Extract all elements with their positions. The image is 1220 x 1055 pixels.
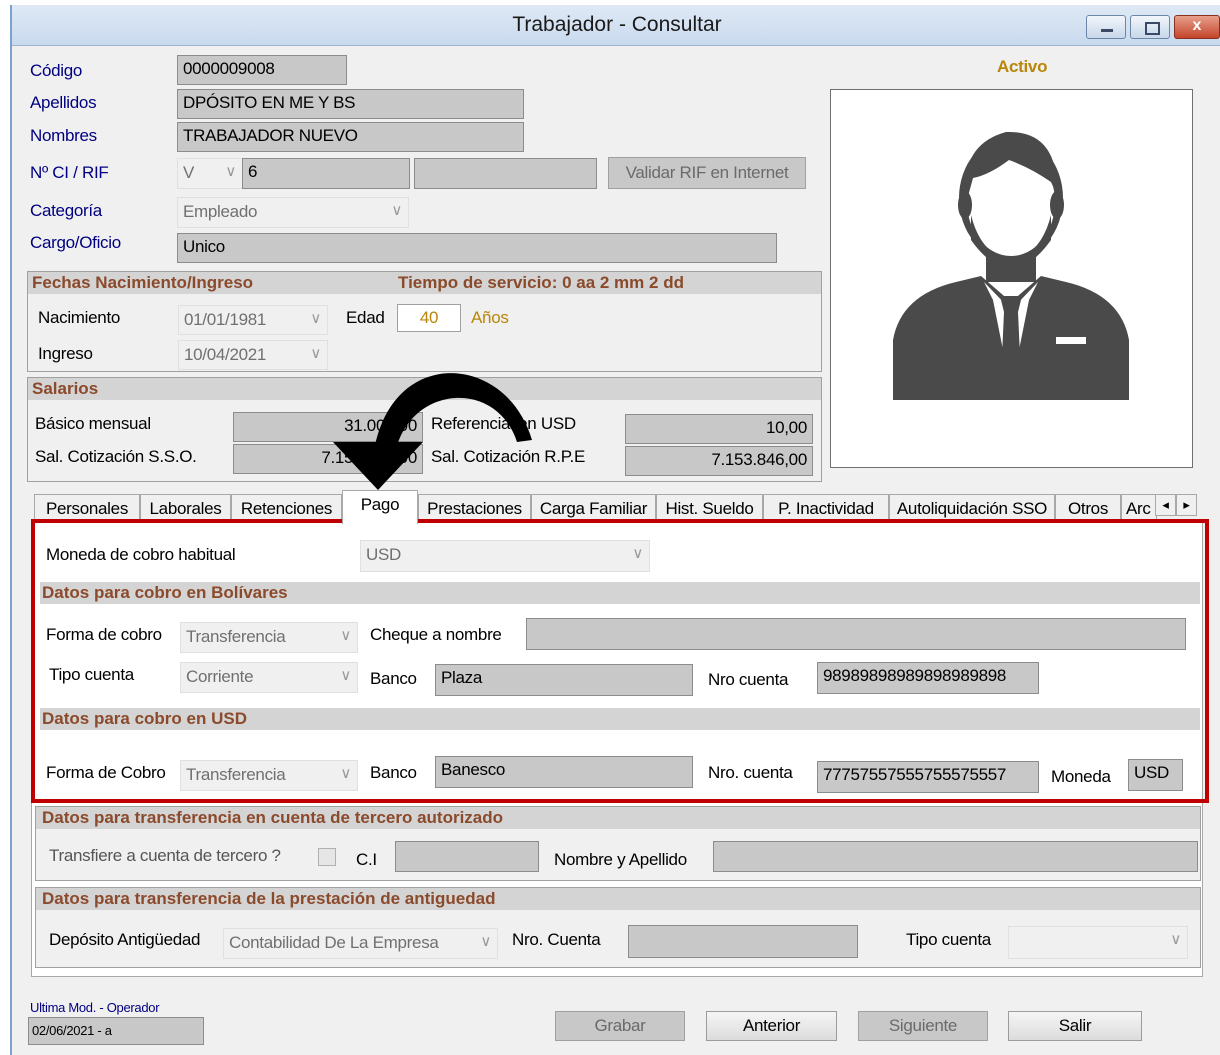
tab-hist-sueldo[interactable]: Hist. Sueldo <box>656 494 763 522</box>
ingreso-date[interactable]: 10/04/2021 ∨ <box>178 340 328 370</box>
close-icon: x <box>1192 17 1202 34</box>
ingreso-value: 10/04/2021 <box>184 345 267 364</box>
basico-label: Básico mensual <box>35 414 151 433</box>
referencial-field: 10,00 <box>625 414 813 444</box>
tab-personales[interactable]: Personales <box>34 494 140 522</box>
chevron-down-icon: ∨ <box>480 933 491 950</box>
pago-highlight-box <box>31 519 1209 803</box>
tab-prestaciones[interactable]: Prestaciones <box>418 494 531 522</box>
cargo-field[interactable]: Unico <box>177 233 777 263</box>
categoria-select[interactable]: Empleado ∨ <box>177 197 409 228</box>
validar-rif-button[interactable]: Validar RIF en Internet <box>608 157 806 189</box>
antiguedad-nro-field[interactable] <box>628 925 858 958</box>
categoria-value: Empleado <box>183 202 258 221</box>
chevron-down-icon: ∨ <box>225 163 236 180</box>
salarios-title: Salarios <box>32 379 99 398</box>
ci-numero-field[interactable]: 6 <box>242 158 410 189</box>
transfiere-checkbox[interactable] <box>318 848 336 866</box>
ultima-mod-field: 02/06/2021 - a <box>28 1017 204 1045</box>
tab-autoliquidacion-sso[interactable]: Autoliquidación SSO <box>889 494 1055 522</box>
tab-otros[interactable]: Otros <box>1055 494 1121 522</box>
edad-field: 40 <box>397 304 461 332</box>
tab-laborales[interactable]: Laborales <box>140 494 231 522</box>
anterior-button[interactable]: Anterior <box>706 1011 837 1041</box>
chevron-down-icon: ∨ <box>391 202 402 219</box>
tab-carga-familiar[interactable]: Carga Familiar <box>531 494 656 522</box>
minimize-icon <box>1101 29 1113 32</box>
tab-scroll-right-icon: ▸ <box>1183 497 1190 512</box>
tercero-group: Datos para transferencia en cuenta de te… <box>35 806 1201 881</box>
photo-frame <box>830 89 1193 468</box>
cargo-label: Cargo/Oficio <box>30 233 121 252</box>
salir-button[interactable]: Salir <box>1008 1011 1142 1041</box>
maximize-button[interactable] <box>1130 15 1170 39</box>
tercero-ci-label: C.I <box>356 850 377 869</box>
window-title: Trabajador - Consultar <box>512 13 722 36</box>
antiguedad-tipo-label: Tipo cuenta <box>906 930 991 949</box>
minimize-button[interactable] <box>1086 15 1126 39</box>
antiguedad-nro-label: Nro. Cuenta <box>512 930 601 949</box>
tab-pago[interactable]: Pago <box>342 490 418 524</box>
maximize-icon <box>1145 22 1160 35</box>
nombres-label: Nombres <box>30 126 97 145</box>
fechas-group: Fechas Nacimiento/Ingreso Tiempo de serv… <box>27 271 822 372</box>
user-avatar-icon <box>893 131 1129 400</box>
codigo-label: Código <box>30 61 83 80</box>
ci-tipo-select[interactable]: V ∨ <box>177 158 243 189</box>
deposito-label: Depósito Antigüedad <box>49 930 201 949</box>
codigo-field[interactable]: 0000009008 <box>177 55 347 85</box>
ci-label: Nº CI / RIF <box>30 163 109 182</box>
categoria-label: Categoría <box>30 201 102 220</box>
antiguedad-group: Datos para transferencia de la prestació… <box>35 887 1201 968</box>
edad-label: Edad <box>346 308 385 327</box>
tab-scroll-left-button[interactable]: ◂ <box>1155 494 1176 516</box>
grabar-button[interactable]: Grabar <box>555 1011 685 1041</box>
tab-scroll-right-button[interactable]: ▸ <box>1176 494 1197 516</box>
nacimiento-label: Nacimiento <box>38 308 121 327</box>
transfiere-label: Transfiere a cuenta de tercero ? <box>49 846 281 865</box>
rpe-field: 7.153.846,00 <box>625 446 813 476</box>
title-bar: Trabajador - Consultar x <box>12 5 1220 46</box>
ingreso-label: Ingreso <box>38 344 93 363</box>
antiguedad-title: Datos para transferencia de la prestació… <box>42 889 496 908</box>
nacimiento-date[interactable]: 01/01/1981 ∨ <box>178 305 328 335</box>
nacimiento-value: 01/01/1981 <box>184 310 267 329</box>
apellidos-label: Apellidos <box>30 93 97 112</box>
deposito-select[interactable]: Contabilidad De La Empresa ∨ <box>223 928 498 959</box>
tab-scroll-left-icon: ◂ <box>1162 497 1169 512</box>
curved-arrow-icon <box>333 373 532 490</box>
ultima-mod-label: Ultima Mod. - Operador <box>30 1000 160 1015</box>
tercero-nombre-field[interactable] <box>713 841 1198 872</box>
sso-label: Sal. Cotización S.S.O. <box>35 447 197 466</box>
siguiente-button[interactable]: Siguiente <box>858 1011 988 1041</box>
chevron-down-icon: ∨ <box>310 345 321 362</box>
chevron-down-icon: ∨ <box>1170 931 1181 948</box>
tercero-ci-field[interactable] <box>395 841 539 872</box>
close-button[interactable]: x <box>1174 15 1220 39</box>
tab-arc[interactable]: Arc <box>1121 494 1157 522</box>
tercero-title: Datos para transferencia en cuenta de te… <box>42 808 504 827</box>
anios-label: Años <box>471 308 509 327</box>
trabajador-window: Trabajador - Consultar x Código 00000090… <box>10 5 1220 1055</box>
deposito-value: Contabilidad De La Empresa <box>229 933 439 952</box>
chevron-down-icon: ∨ <box>310 310 321 327</box>
tercero-nombre-label: Nombre y Apellido <box>554 850 687 869</box>
tiempo-servicio: Tiempo de servicio: 0 aa 2 mm 2 dd <box>398 273 684 292</box>
ci-extra-field[interactable] <box>414 158 597 189</box>
tab-p-inactividad[interactable]: P. Inactividad <box>763 494 889 522</box>
ci-tipo-value: V <box>183 163 195 182</box>
apellidos-field[interactable]: DPÓSITO EN ME Y BS <box>177 89 524 119</box>
tab-retenciones[interactable]: Retenciones <box>231 494 342 522</box>
status-badge: Activo <box>997 57 1048 76</box>
fechas-title: Fechas Nacimiento/Ingreso <box>32 273 254 292</box>
nombres-field[interactable]: TRABAJADOR NUEVO <box>177 122 524 152</box>
antiguedad-tipo-select[interactable]: ∨ <box>1008 926 1188 959</box>
